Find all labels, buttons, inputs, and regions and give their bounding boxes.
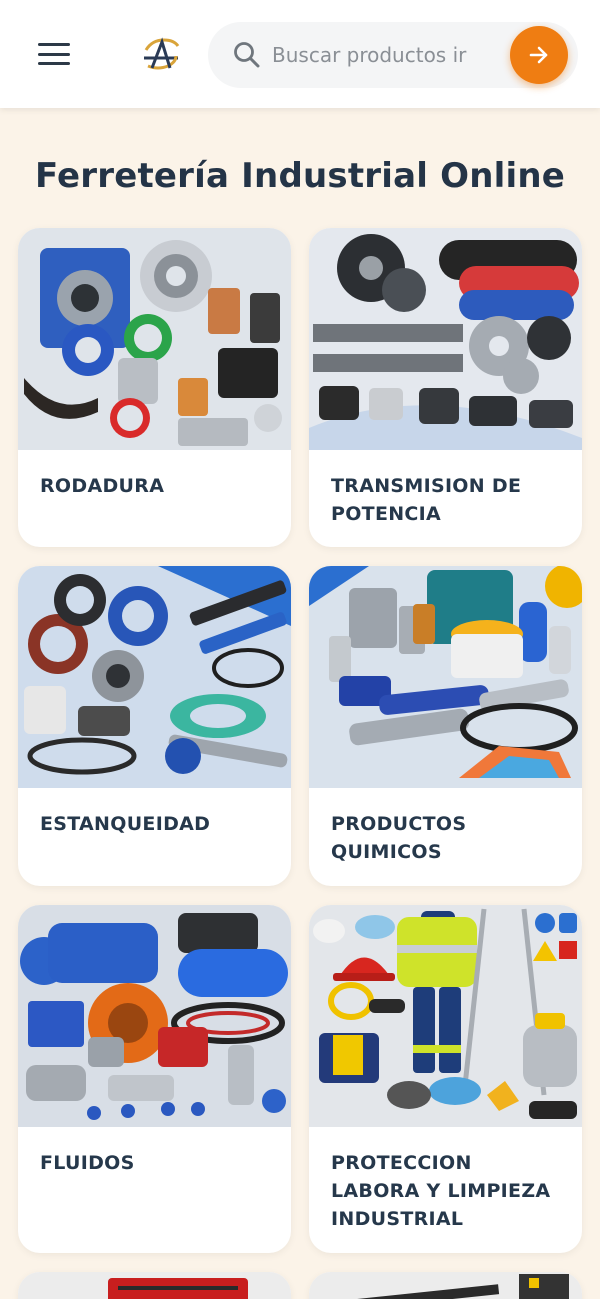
top-bar — [0, 0, 600, 108]
category-card-partial[interactable] — [309, 1272, 582, 1299]
safety-helmet-icon — [309, 905, 582, 1127]
chemical-drum-icon — [309, 566, 582, 788]
category-card-rodadura[interactable]: RODADURA — [18, 228, 291, 547]
category-label: TRANSMISION DE POTENCIA — [331, 475, 522, 525]
category-card-transmision[interactable]: TRANSMISION DE POTENCIA — [309, 228, 582, 547]
conveyor-icon — [309, 1272, 582, 1299]
pump-valve-icon — [18, 905, 291, 1127]
search-submit-button[interactable] — [510, 26, 568, 84]
toolbox-icon — [18, 1272, 291, 1299]
category-card-estanqueidad[interactable]: ESTANQUEIDAD — [18, 566, 291, 886]
bearing-icon — [18, 228, 291, 450]
search-icon — [234, 42, 260, 68]
arrow-right-icon — [529, 46, 548, 64]
hamburger-menu-icon[interactable] — [36, 40, 72, 68]
category-label: ESTANQUEIDAD — [40, 813, 211, 835]
category-card-quimicos[interactable]: PRODUCTOS QUIMICOS — [309, 566, 582, 886]
search-bar — [208, 22, 578, 88]
category-card-partial[interactable] — [18, 1272, 291, 1299]
search-input[interactable] — [272, 38, 492, 72]
page-title: Ferretería Industrial Online — [34, 156, 566, 196]
gear-chain-icon — [309, 228, 582, 450]
category-label: PRODUCTOS QUIMICOS — [331, 813, 467, 863]
category-label: PROTECCION LABORA Y LIMPIEZA INDUSTRIAL — [331, 1152, 551, 1230]
category-label: RODADURA — [40, 475, 165, 497]
category-label: FLUIDOS — [40, 1152, 135, 1174]
logo[interactable] — [138, 34, 184, 74]
category-card-proteccion[interactable]: PROTECCION LABORA Y LIMPIEZA INDUSTRIAL — [309, 905, 582, 1253]
seal-ring-icon — [18, 566, 291, 788]
category-card-fluidos[interactable]: FLUIDOS — [18, 905, 291, 1253]
